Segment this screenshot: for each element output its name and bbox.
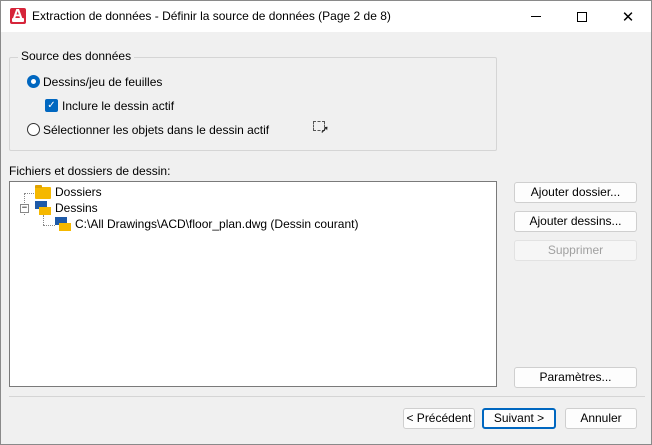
drawings-icon: [35, 201, 51, 215]
tree-connector: [43, 215, 44, 225]
autocad-app-icon: A: [10, 7, 26, 24]
previous-button[interactable]: < Précédent: [403, 408, 475, 429]
settings-button[interactable]: Paramètres...: [514, 367, 637, 388]
close-button[interactable]: ✕: [605, 1, 651, 32]
include-active-drawing-checkbox[interactable]: ✓: [45, 99, 58, 112]
next-button[interactable]: Suivant >: [482, 408, 556, 429]
cursor-icon: ➚: [320, 123, 330, 136]
maximize-button[interactable]: [559, 1, 605, 32]
radio-drawings-sheetset[interactable]: [27, 75, 40, 88]
radio-drawings-sheetset-label[interactable]: Dessins/jeu de feuilles: [43, 75, 162, 89]
tree-item-floor-plan[interactable]: C:\All Drawings\ACD\floor_plan.dwg (Dess…: [75, 217, 358, 231]
collapse-icon[interactable]: −: [20, 204, 29, 213]
cancel-button[interactable]: Annuler: [565, 408, 637, 429]
tree-connector: [43, 225, 55, 226]
remove-button[interactable]: Supprimer: [514, 240, 637, 261]
add-folder-button[interactable]: Ajouter dossier...: [514, 182, 637, 203]
radio-select-objects-label[interactable]: Sélectionner les objets dans le dessin a…: [43, 123, 269, 137]
footer-separator: [9, 396, 645, 397]
title-bar: A Extraction de données - Définir la sou…: [1, 1, 651, 32]
tree-connector: [24, 193, 34, 194]
select-objects-button[interactable]: ➚: [312, 120, 330, 137]
add-drawings-button[interactable]: Ajouter dessins...: [514, 211, 637, 232]
dialog-window: A Extraction de données - Définir la sou…: [0, 0, 652, 445]
source-group-label: Source des données: [18, 49, 135, 63]
radio-select-objects[interactable]: [27, 123, 40, 136]
include-active-drawing-label[interactable]: Inclure le dessin actif: [62, 99, 174, 113]
minimize-button[interactable]: [513, 1, 559, 32]
dwg-file-icon: [55, 217, 71, 231]
files-label: Fichiers et dossiers de dessin:: [9, 164, 171, 178]
folder-icon: [35, 185, 51, 199]
maximize-icon: [577, 11, 587, 22]
tree-item-dessins[interactable]: Dessins: [55, 201, 98, 215]
window-title: Extraction de données - Définir la sourc…: [32, 9, 391, 23]
minimize-icon: [531, 16, 541, 17]
tree-item-dossiers[interactable]: Dossiers: [55, 185, 102, 199]
drawing-files-tree[interactable]: Dossiers − Dessins C:\All Drawings\ACD\f…: [9, 181, 497, 387]
